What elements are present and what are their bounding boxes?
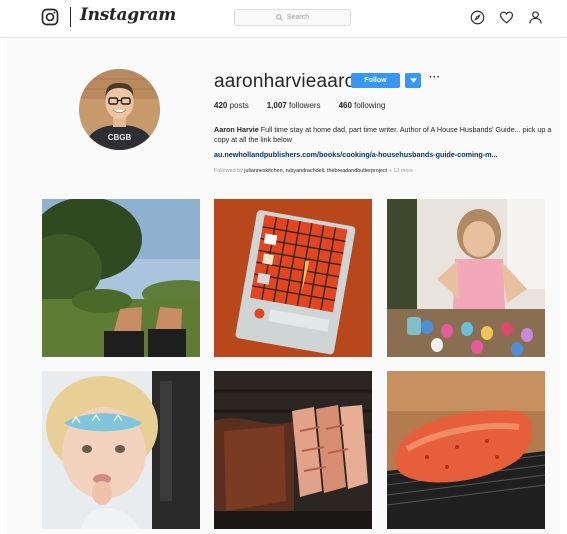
followed-by: Followed by julianneskitchen, rubyandrac… [214,168,413,174]
following-stat[interactable]: 460 following [339,101,386,110]
avatar-shirt-text: CBGB [108,133,132,142]
chevron-down-icon [409,78,417,83]
following-label: following [354,101,386,110]
follow-button[interactable]: Follow [351,73,400,88]
followers-label: followers [288,101,321,110]
bio-link[interactable]: au.newhollandpublishers.com/books/cookin… [214,150,498,159]
heart-icon[interactable] [499,10,514,25]
posts-count: 420 [214,101,228,110]
posts-label: posts [229,101,249,110]
profile-stats: 420 posts 1,007 followers 460 following [214,101,403,110]
instagram-camera-icon[interactable] [41,8,59,26]
post-thumbnail-6[interactable] [387,371,545,529]
instagram-wordmark[interactable]: Instagram [80,5,176,25]
followers-stat[interactable]: 1,007 followers [267,101,321,110]
followed-by-label: Followed by [214,168,243,174]
following-count: 460 [338,101,352,110]
posts-stat: 420 posts [214,101,249,110]
post-thumbnail-4[interactable] [42,371,200,529]
suggestions-dropdown-button[interactable] [405,73,421,88]
followers-count: 1,007 [266,101,287,110]
followed-by-more[interactable]: + 13 more [389,168,413,174]
profile-username: aaronharvieaaron [214,71,367,92]
nav-divider [70,7,71,27]
search-input[interactable]: Search [234,9,351,26]
followed-by-accounts[interactable]: julianneskitchen, rubyandrachdeli, thebr… [244,168,387,174]
search-placeholder: Search [286,14,310,21]
post-thumbnail-5[interactable] [214,371,372,529]
post-thumbnail-3[interactable] [387,199,545,357]
compass-icon[interactable] [470,10,485,25]
bio-text: Full time stay at home dad, part time wr… [214,125,552,144]
more-options-button[interactable]: ··· [429,72,441,83]
avatar[interactable]: CBGB [79,69,160,150]
post-thumbnail-2[interactable] [214,199,372,357]
top-nav: Instagram Search [0,0,567,38]
post-thumbnail-1[interactable] [42,199,200,357]
search-icon [276,14,283,21]
bio-name: Aaron Harvie [214,125,259,134]
profile-bio: Aaron Harvie Full time stay at home dad,… [214,125,554,145]
profile-icon[interactable] [528,10,543,25]
